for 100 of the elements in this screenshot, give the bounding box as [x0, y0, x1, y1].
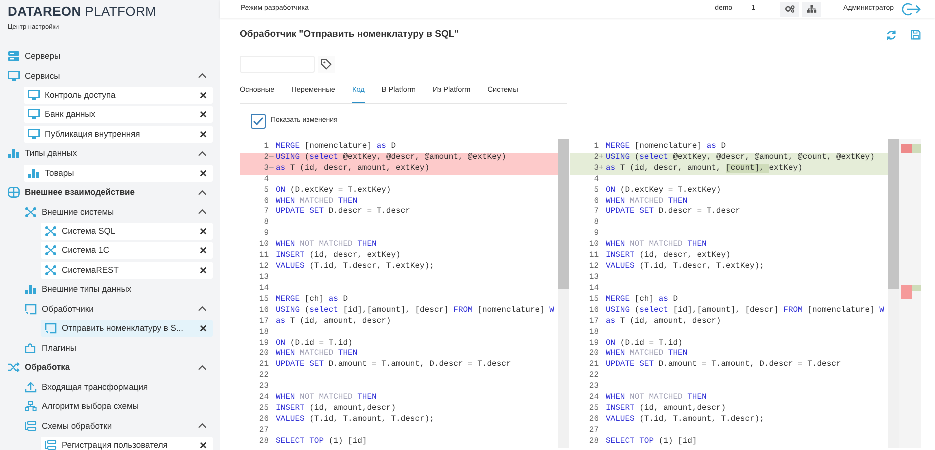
line-number: 21 [258, 360, 269, 372]
line-number: 4 [593, 174, 599, 186]
bar-chart-icon [25, 284, 37, 296]
chevron-up-icon[interactable] [198, 150, 207, 157]
puzzle-icon [25, 342, 37, 354]
line-number: 25 [588, 404, 599, 415]
scrollbar-thumb[interactable] [558, 138, 569, 289]
sidebar-item[interactable]: Обработчики [24, 299, 213, 319]
save-icon[interactable] [911, 30, 921, 40]
chevron-up-icon[interactable] [198, 73, 207, 79]
server-icon [8, 51, 20, 62]
close-icon[interactable] [200, 247, 207, 254]
change-marker: — [269, 164, 275, 175]
sidebar-item[interactable]: Плагины [24, 338, 213, 358]
close-icon[interactable] [200, 170, 207, 177]
refresh-icon[interactable] [886, 30, 897, 40]
code-line: USING (select @extKey, @descr, @amount, @extKey) [275, 152, 506, 164]
sidebar-item[interactable]: Система 1С [41, 242, 213, 260]
sidebar-item[interactable]: Товары [24, 164, 213, 182]
code-line: UPDATE SET D.descr = T.descr [275, 207, 410, 218]
line-number: 6 [263, 196, 269, 208]
sidebar-item[interactable]: Серверы [7, 46, 213, 66]
line-number: 14 [258, 284, 269, 295]
sidebar-item[interactable]: Внешние типы данных [24, 280, 213, 300]
close-icon[interactable] [200, 111, 207, 118]
code-line: MERGE [nomenclature] as D [275, 142, 396, 153]
close-icon[interactable] [200, 266, 207, 274]
sidebar-item[interactable]: СистемаREST [41, 262, 213, 279]
gears-icon [784, 4, 795, 14]
screen-cast-icon [45, 323, 57, 334]
monitor-icon [28, 128, 40, 140]
sidebar-item[interactable]: Отправить номенклатуру в S... [41, 320, 213, 338]
line-number: 12 [258, 262, 269, 273]
chevron-up-icon[interactable] [198, 306, 207, 312]
sidebar-item[interactable]: Типы данных [7, 144, 213, 164]
show-changes-checkbox[interactable] [251, 114, 266, 129]
close-icon[interactable] [200, 228, 207, 235]
scrollbar[interactable] [888, 138, 899, 448]
code-line: as T (id, amount, descr) [275, 316, 392, 328]
sidebar-item[interactable]: Схемы обработки [24, 416, 213, 436]
sidebar-item[interactable]: Регистрация пользователя [41, 436, 213, 450]
sidebar-item[interactable]: Входящая трансформация [24, 377, 213, 397]
code-line: WHEN MATCHED THEN [275, 196, 358, 207]
code-line: as T (id, amount, descr) [605, 316, 722, 328]
tag-button[interactable] [318, 56, 335, 73]
code-line: ON (D.extKey = T.extKey) [605, 186, 722, 197]
scrollbar[interactable] [558, 138, 569, 448]
scrollbar-thumb[interactable] [888, 138, 899, 289]
bar-chart-icon [28, 168, 40, 179]
code-line: ON (D.id = T.id) [275, 338, 353, 350]
line-number: 22 [588, 371, 599, 382]
code-line: as T (id, descr, amount, [count], extKey) [605, 164, 803, 175]
line-number: 16 [588, 306, 599, 317]
code-line: VALUES (T.id, T.descr, T.extKey); [275, 262, 434, 273]
line-number: 18 [258, 328, 269, 339]
sidebar-item[interactable]: Банк данных [24, 106, 213, 124]
line-number: 12 [588, 262, 599, 273]
sidebar-section[interactable]: Внешнее взаимодействие [7, 182, 213, 202]
code-line: USING (select [id],[amount], [descr] FROM [nomenclature] W [275, 306, 554, 317]
sidebar-item[interactable]: Публикация внутренняя [24, 126, 213, 143]
sidebar-section[interactable]: Обработка [7, 358, 213, 378]
line-number: 23 [588, 382, 599, 394]
code-line: WHEN NOT MATCHED THEN [605, 240, 707, 251]
sidebar-item[interactable]: Внешние системы [24, 202, 213, 222]
line-number: 17 [258, 316, 269, 328]
code-line: USING (select @extKey, @descr, @amount, @count, @extKey) [605, 152, 875, 164]
page-title: Обработчик "Отправить номенклатуру в SQL" [240, 28, 460, 42]
close-icon[interactable] [200, 130, 207, 138]
code-line: WHEN MATCHED THEN [605, 196, 688, 207]
change-marker: + [599, 152, 605, 164]
line-number: 13 [258, 273, 269, 284]
code-line: UPDATE SET D.descr = T.descr [605, 207, 740, 218]
code-line: MERGE [ch] as D [275, 294, 348, 306]
line-number: 7 [593, 207, 599, 218]
close-icon[interactable] [200, 92, 207, 99]
code-line: WHEN NOT MATCHED THEN [275, 393, 377, 404]
code-line: INSERT (id, amount,descr) [605, 404, 726, 415]
code-line: VALUES (T.id, T.descr, T.extKey); [605, 262, 764, 273]
close-icon[interactable] [200, 442, 207, 449]
upload-icon [25, 382, 37, 392]
hierarchy-button[interactable] [802, 2, 822, 16]
sidebar-item[interactable]: Алгоритм выбора схемы [24, 396, 213, 416]
logout-icon[interactable] [901, 2, 921, 16]
chevron-up-icon[interactable] [198, 423, 207, 429]
chevron-up-icon[interactable] [198, 209, 207, 215]
network-icon [25, 206, 37, 218]
settings-button[interactable] [780, 2, 800, 16]
sidebar-item[interactable]: Система SQL [41, 222, 213, 240]
close-icon[interactable] [200, 325, 207, 332]
sidebar-item[interactable]: Сервисы [7, 66, 213, 86]
chevron-up-icon[interactable] [198, 364, 207, 370]
code-line: INSERT (id, amount,descr) [275, 404, 396, 415]
code-line: USING (select [id],[amount], [descr] FROM [nomenclature] W [605, 306, 884, 317]
network-icon [45, 264, 57, 276]
line-number: 10 [258, 240, 269, 252]
schema-icon [25, 420, 37, 432]
line-number: 1 [593, 142, 599, 153]
sidebar-item[interactable]: Контроль доступа [24, 86, 213, 104]
line-number: 25 [258, 404, 269, 415]
chevron-up-icon[interactable] [198, 190, 207, 196]
